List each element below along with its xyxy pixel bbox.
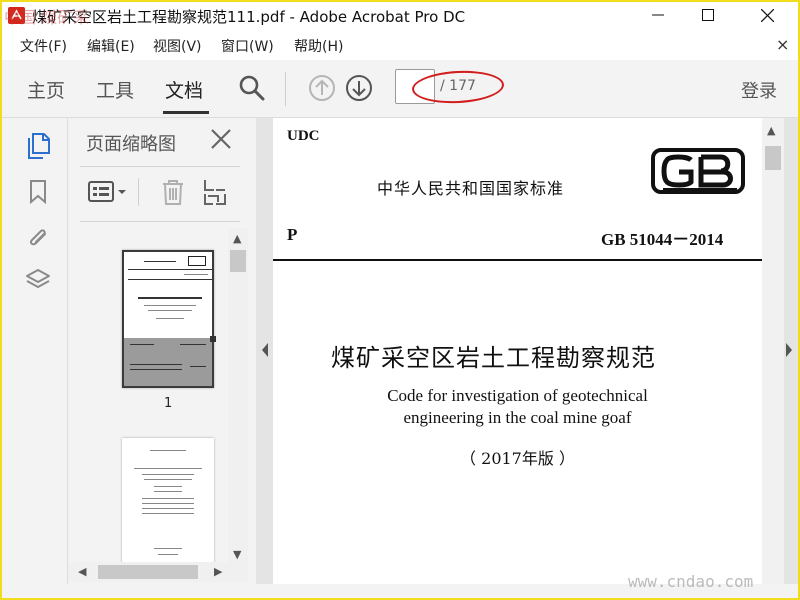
scroll-right-icon[interactable]: ▶ [214, 565, 222, 578]
header-rule [273, 259, 762, 261]
window-title: 煤矿采空区岩土工程勘察规范111.pdf - Adobe Acrobat Pro… [32, 8, 466, 26]
thumbnail-page-number: 1 [164, 396, 173, 411]
watermark-bottom-right: www.cndao.com [628, 572, 754, 591]
active-tab-indicator [163, 111, 209, 114]
scrollbar-thumb[interactable] [765, 146, 781, 170]
document-title-english-line-1: Code for investigation of geotechnical [387, 386, 648, 405]
extract-page-icon[interactable] [202, 178, 228, 206]
title-bar: 煤矿采空区岩土工程勘察规范111.pdf - Adobe Acrobat Pro… [2, 2, 798, 30]
scroll-down-icon[interactable]: ▼ [233, 548, 241, 561]
page-thumbnails-panel: 页面缩略图 1 ▲ ▼ ◀ ▶ [68, 118, 256, 584]
pdf-page: UDC 中华人民共和国国家标准 P GB 51044－2014 煤矿采空区岩土工… [273, 118, 762, 584]
thumb-resize-handle[interactable] [210, 336, 216, 342]
thumbnail-vertical-scrollbar[interactable]: ▲ ▼ [228, 228, 248, 566]
tools-separator [138, 178, 139, 206]
menu-edit[interactable]: 编辑(E) [87, 36, 135, 56]
maximize-button[interactable] [688, 2, 728, 28]
scroll-up-icon[interactable]: ▲ [233, 232, 241, 245]
close-window-button[interactable] [747, 2, 787, 28]
page-thumbnail-2[interactable] [122, 438, 214, 566]
document-title-english-line-2: engineering in the coal mine goaf [403, 408, 632, 427]
standard-organization: 中华人民共和国国家标准 [377, 179, 565, 198]
gb-logo [651, 148, 745, 194]
search-icon[interactable] [238, 74, 266, 102]
thumb-footer-band [124, 338, 212, 386]
document-edition: （ 2017年版 ） [460, 449, 575, 468]
panel-divider [80, 166, 240, 167]
menu-bar: 文件(F) 编辑(E) 视图(V) 窗口(W) 帮助(H) × [2, 30, 798, 60]
tab-tools[interactable]: 工具 [96, 76, 134, 103]
scrollbar-thumb[interactable] [98, 565, 198, 579]
acrobat-window: 煤矿采空区岩土工程勘察规范111.pdf - Adobe Acrobat Pro… [0, 0, 800, 600]
udc-label: UDC [287, 128, 320, 144]
layers-icon[interactable] [24, 266, 52, 294]
menu-window[interactable]: 窗口(W) [221, 36, 274, 56]
maximize-icon [702, 9, 714, 21]
thumbnail-list: 1 [68, 228, 228, 566]
navigation-rail [2, 118, 68, 584]
thumbnail-horizontal-scrollbar[interactable]: ◀ ▶ [68, 562, 248, 582]
bookmark-icon[interactable] [24, 178, 52, 206]
close-document-button[interactable]: × [776, 35, 789, 54]
tab-document[interactable]: 文档 [165, 76, 203, 103]
close-panel-icon[interactable] [208, 126, 234, 152]
panel-title: 页面缩略图 [86, 134, 176, 155]
close-icon [760, 8, 774, 22]
page-thumbnail-1[interactable] [122, 250, 216, 388]
previous-page-icon[interactable] [308, 74, 336, 102]
scroll-left-icon[interactable]: ◀ [78, 565, 86, 578]
classification-letter: P [287, 225, 298, 244]
document-title-chinese: 煤矿采空区岩土工程勘察规范 [331, 344, 656, 372]
scroll-up-icon[interactable]: ▲ [767, 124, 775, 137]
standard-number: GB 51044－2014 [601, 230, 724, 249]
menu-file[interactable]: 文件(F) [20, 36, 67, 56]
toolbar: 主页 工具 文档 / 177 登录 [2, 60, 798, 118]
scrollbar-thumb[interactable] [230, 250, 246, 272]
thumb-gb-logo [188, 256, 206, 266]
watermark-top-left: 中国 煤矿采 [4, 8, 90, 27]
collapse-left-panel-icon[interactable] [260, 340, 270, 360]
menu-view[interactable]: 视图(V) [153, 36, 202, 56]
thumbnail-options-icon[interactable] [88, 180, 132, 204]
next-page-icon[interactable] [345, 74, 373, 102]
menu-help[interactable]: 帮助(H) [294, 36, 343, 56]
document-vertical-scrollbar[interactable]: ▲ [762, 118, 784, 584]
minimize-button[interactable] [638, 2, 678, 28]
expand-right-panel-icon[interactable] [784, 340, 794, 360]
minimize-icon [652, 14, 664, 16]
toolbar-separator [285, 72, 286, 106]
login-link[interactable]: 登录 [741, 77, 777, 103]
delete-page-icon[interactable] [160, 178, 186, 206]
panel-divider [80, 221, 240, 222]
attachment-icon[interactable] [24, 222, 52, 250]
tab-home[interactable]: 主页 [27, 76, 65, 103]
document-view: UDC 中华人民共和国国家标准 P GB 51044－2014 煤矿采空区岩土工… [256, 118, 798, 584]
pages-thumbnails-icon[interactable] [24, 132, 52, 160]
